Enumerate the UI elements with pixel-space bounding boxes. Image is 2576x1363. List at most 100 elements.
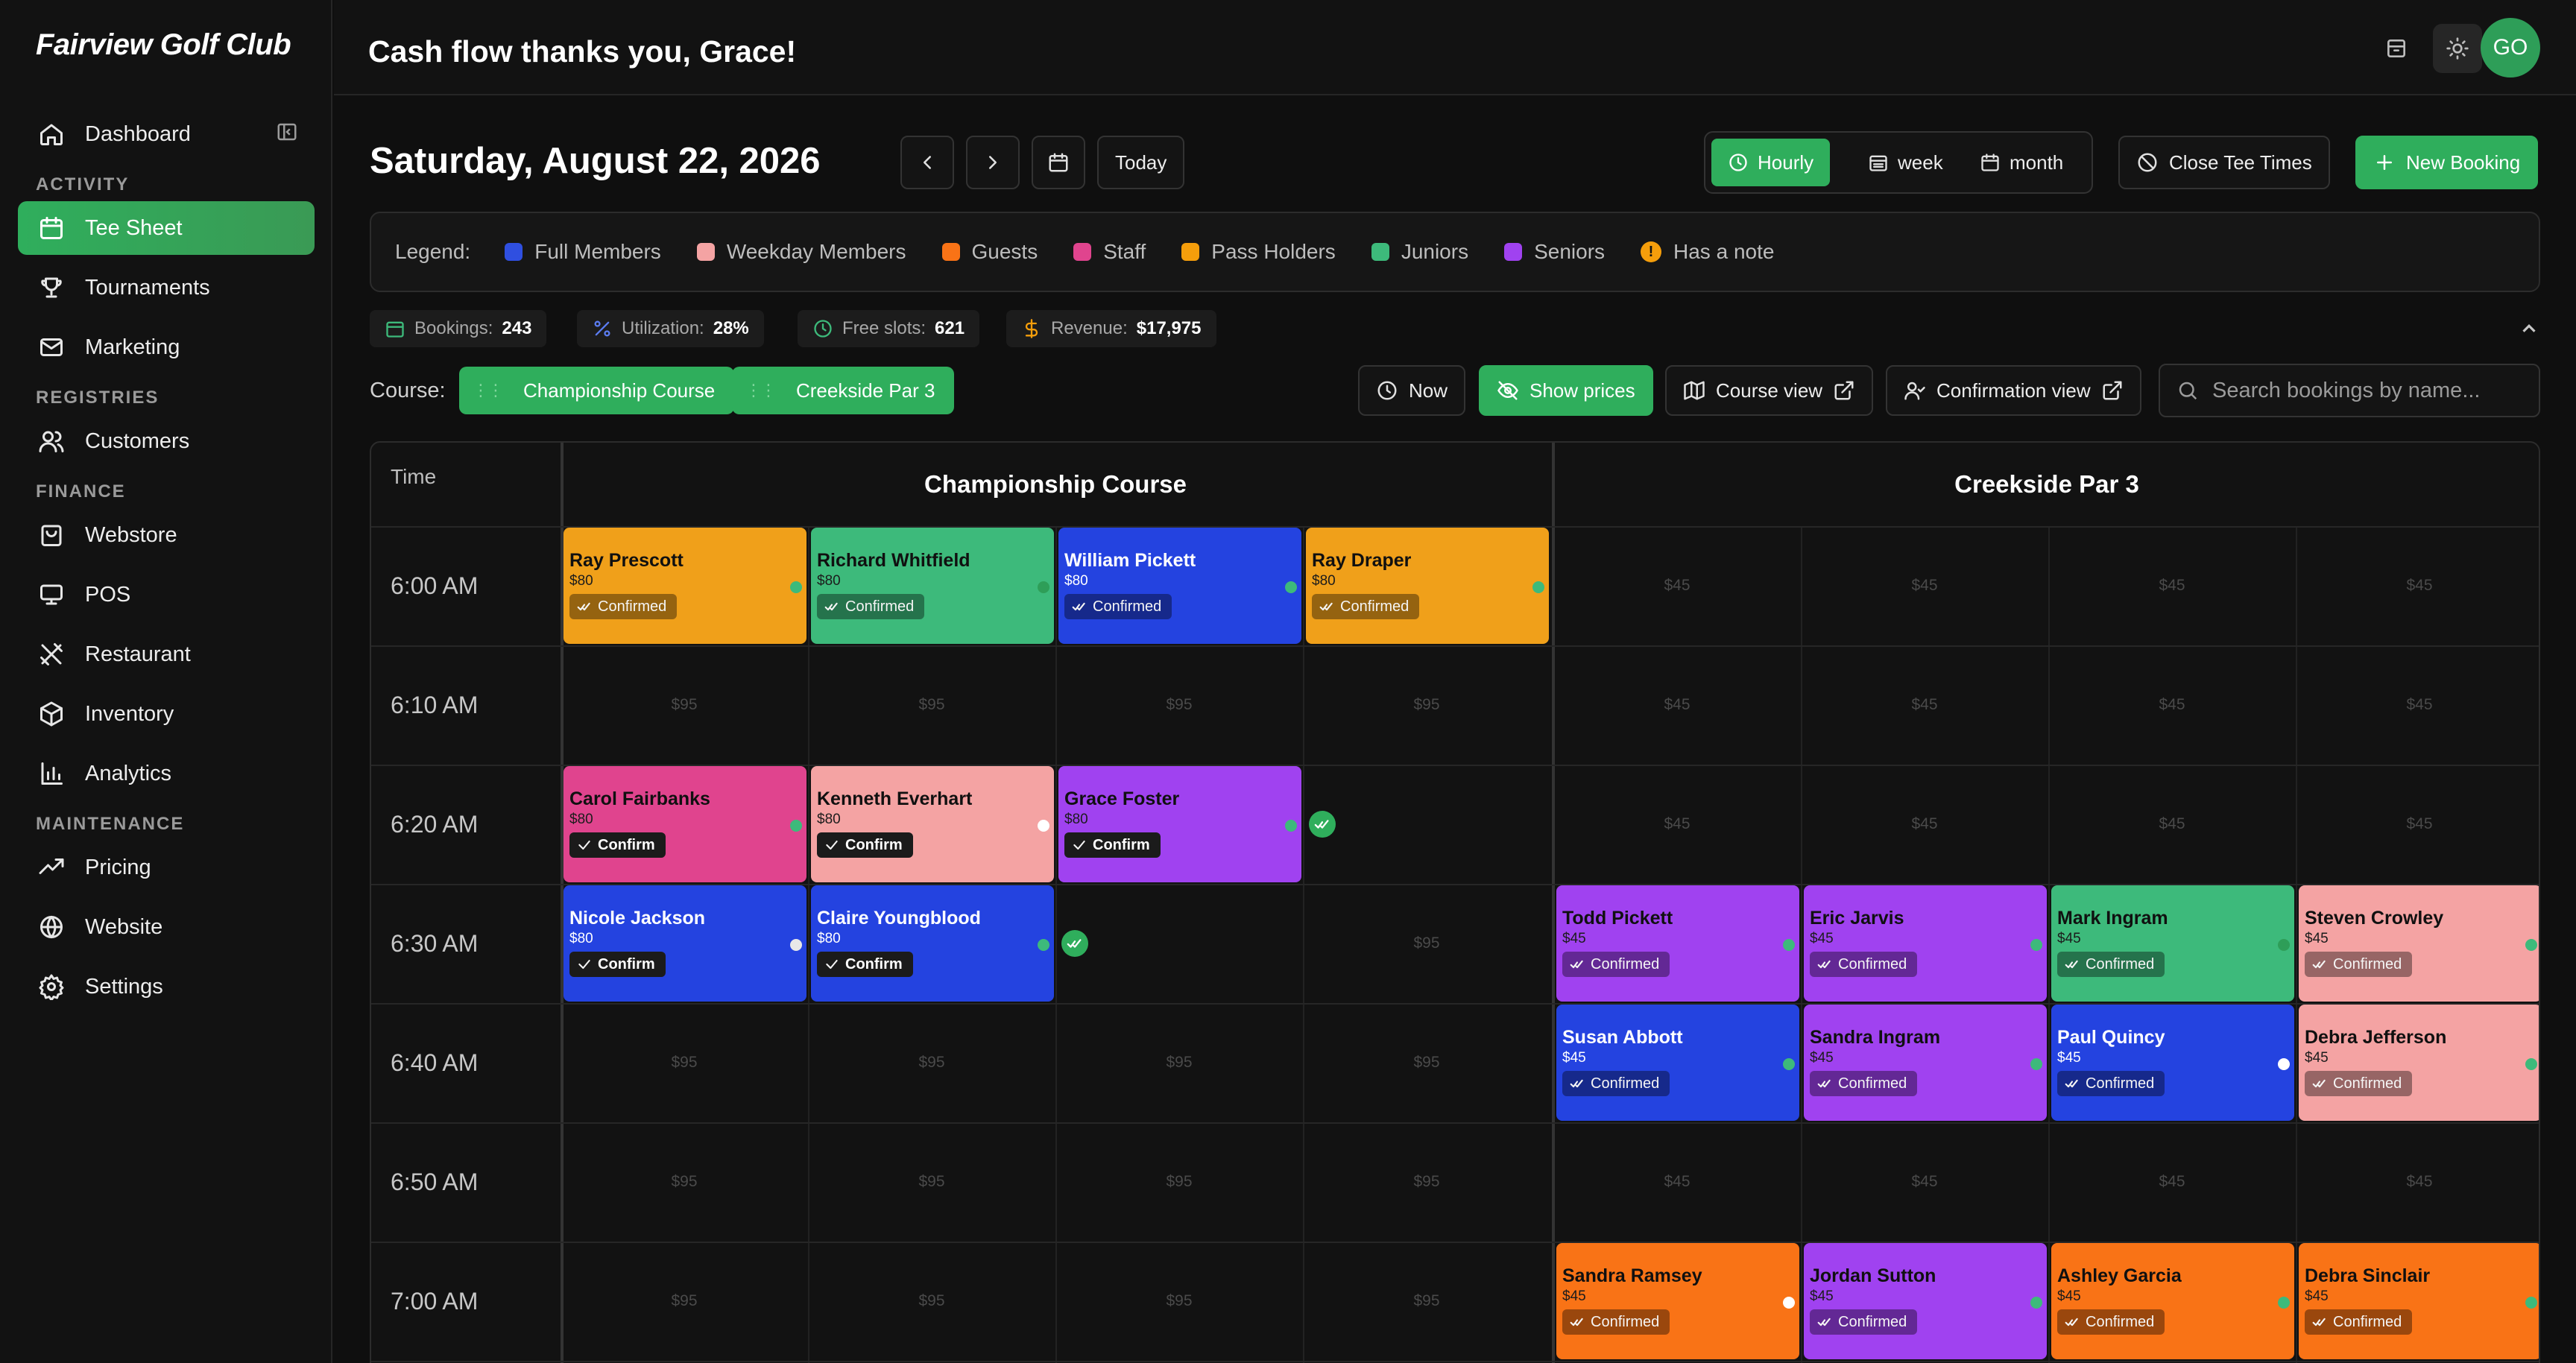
course-chip-championship[interactable]: ⋮⋮ Championship Course <box>459 367 735 414</box>
booking-card[interactable]: Sandra Ingram $45 Confirmed <box>1804 1005 2047 1121</box>
empty-slot-price[interactable]: $45 <box>1801 1173 2048 1191</box>
booking-card[interactable]: Kenneth Everhart $80 Confirm <box>811 766 1054 882</box>
app-logo[interactable]: Fairview Golf Club <box>36 28 291 62</box>
booking-card[interactable]: Mark Ingram $45 Confirmed <box>2051 885 2294 1002</box>
sidebar-item-tournaments[interactable]: Tournaments <box>18 261 315 314</box>
empty-slot-price[interactable]: $45 <box>1801 577 2048 595</box>
confirm-button[interactable]: Confirm <box>817 832 913 858</box>
empty-slot-price[interactable]: $95 <box>808 1292 1055 1310</box>
booking-card[interactable]: Jordan Sutton $45 Confirmed <box>1804 1243 2047 1359</box>
view-month-button[interactable]: month <box>1963 139 2080 186</box>
confirm-button[interactable]: Confirm <box>1064 832 1161 858</box>
avatar[interactable]: GO <box>2481 18 2540 78</box>
empty-slot-price[interactable]: $45 <box>2296 815 2539 833</box>
empty-slot-price[interactable]: $95 <box>808 696 1055 714</box>
theme-sun-icon[interactable] <box>2433 24 2482 73</box>
course-view-button[interactable]: Course view <box>1665 365 1874 416</box>
empty-slot-price[interactable]: $45 <box>2296 696 2539 714</box>
booking-card[interactable]: Eric Jarvis $45 Confirmed <box>1804 885 2047 1002</box>
show-prices-button[interactable]: Show prices <box>1479 365 1653 416</box>
booking-card[interactable]: Sandra Ramsey $45 Confirmed <box>1556 1243 1799 1359</box>
booking-card[interactable]: Debra Jefferson $45 Confirmed <box>2299 1005 2539 1121</box>
sidebar-item-pos[interactable]: POS <box>18 568 315 622</box>
empty-slot-price[interactable]: $45 <box>2048 696 2296 714</box>
view-week-button[interactable]: week <box>1852 139 1960 186</box>
now-button[interactable]: Now <box>1358 365 1466 416</box>
sidebar-item-pricing[interactable]: Pricing <box>18 841 315 894</box>
prev-day-button[interactable] <box>900 136 954 189</box>
empty-slot-price[interactable]: $45 <box>1801 815 2048 833</box>
course-chip-creekside[interactable]: ⋮⋮ Creekside Par 3 <box>732 367 955 414</box>
today-button[interactable]: Today <box>1097 136 1185 189</box>
drag-handle-icon[interactable]: ⋮⋮ <box>745 381 777 400</box>
empty-slot-price[interactable]: $45 <box>2296 1173 2539 1191</box>
empty-slot-price[interactable]: $95 <box>808 1054 1055 1072</box>
sidebar-item-marketing[interactable]: Marketing <box>18 320 315 374</box>
date-picker-button[interactable] <box>1032 136 1085 189</box>
group-confirmed-check-icon[interactable] <box>1061 930 1088 957</box>
booking-card[interactable]: Steven Crowley $45 Confirmed <box>2299 885 2539 1002</box>
collapse-stats-chevron-up-icon[interactable] <box>2518 317 2540 340</box>
archive-icon[interactable] <box>2372 24 2421 73</box>
empty-slot-price[interactable]: $95 <box>561 1173 808 1191</box>
booking-card[interactable]: Ashley Garcia $45 Confirmed <box>2051 1243 2294 1359</box>
empty-slot-price[interactable]: $95 <box>1055 1292 1303 1310</box>
booking-card[interactable]: Paul Quincy $45 Confirmed <box>2051 1005 2294 1121</box>
sidebar-item-settings[interactable]: Settings <box>18 960 315 1013</box>
empty-slot-price[interactable]: $45 <box>2048 1173 2296 1191</box>
empty-slot-price[interactable]: $95 <box>561 1292 808 1310</box>
view-hourly-button[interactable]: Hourly <box>1711 139 1831 186</box>
empty-slot-price[interactable]: $45 <box>1553 815 1801 833</box>
new-booking-button[interactable]: New Booking <box>2355 136 2539 189</box>
empty-slot-price[interactable]: $45 <box>2048 815 2296 833</box>
booking-card[interactable]: Richard Whitfield $80 Confirmed <box>811 528 1054 644</box>
booking-card[interactable]: Susan Abbott $45 Confirmed <box>1556 1005 1799 1121</box>
empty-slot-price[interactable]: $95 <box>1303 696 1550 714</box>
empty-slot-price[interactable]: $45 <box>1553 696 1801 714</box>
booking-card[interactable]: Grace Foster $80 Confirm <box>1058 766 1301 882</box>
search-input[interactable] <box>2212 378 2533 403</box>
empty-slot-price[interactable]: $95 <box>1055 1173 1303 1191</box>
booking-card[interactable]: Carol Fairbanks $80 Confirm <box>564 766 806 882</box>
empty-slot-price[interactable]: $95 <box>1055 696 1303 714</box>
eye-off-icon <box>1497 381 1518 400</box>
empty-slot-price[interactable]: $95 <box>1055 1054 1303 1072</box>
empty-slot-price[interactable]: $45 <box>1801 696 2048 714</box>
drag-handle-icon[interactable]: ⋮⋮ <box>473 381 504 400</box>
sidebar-item-restaurant[interactable]: Restaurant <box>18 627 315 681</box>
sidebar-item-customers[interactable]: Customers <box>18 414 315 468</box>
sidebar-item-analytics[interactable]: Analytics <box>18 747 315 800</box>
empty-slot-price[interactable]: $95 <box>1303 935 1550 952</box>
empty-slot-price[interactable]: $95 <box>1303 1173 1550 1191</box>
empty-slot-price[interactable]: $45 <box>2048 577 2296 595</box>
legend-swatch <box>1073 243 1092 261</box>
empty-slot-price[interactable]: $95 <box>561 1054 808 1072</box>
booking-card[interactable]: William Pickett $80 Confirmed <box>1058 528 1301 644</box>
confirm-button[interactable]: Confirm <box>569 952 666 977</box>
empty-slot-price[interactable]: $95 <box>808 1173 1055 1191</box>
sidebar-item-website[interactable]: Website <box>18 900 315 954</box>
empty-slot-price[interactable]: $95 <box>1303 1292 1550 1310</box>
group-confirmed-check-icon[interactable] <box>1309 811 1336 838</box>
empty-slot-price[interactable]: $45 <box>1553 1173 1801 1191</box>
sidebar-item-dashboard[interactable]: Dashboard <box>18 107 315 161</box>
sidebar-item-tee-sheet[interactable]: Tee Sheet <box>18 201 315 255</box>
sidebar-collapse-icon[interactable] <box>276 121 300 145</box>
confirm-button[interactable]: Confirm <box>817 952 913 977</box>
close-tee-times-button[interactable]: Close Tee Times <box>2118 136 2330 189</box>
booking-card[interactable]: Todd Pickett $45 Confirmed <box>1556 885 1799 1002</box>
empty-slot-price[interactable]: $45 <box>2296 577 2539 595</box>
sidebar-item-inventory[interactable]: Inventory <box>18 687 315 741</box>
confirm-button[interactable]: Confirm <box>569 832 666 858</box>
next-day-button[interactable] <box>966 136 1020 189</box>
booking-card[interactable]: Ray Draper $80 Confirmed <box>1306 528 1549 644</box>
sidebar-item-webstore[interactable]: Webstore <box>18 508 315 562</box>
empty-slot-price[interactable]: $95 <box>561 696 808 714</box>
booking-card[interactable]: Ray Prescott $80 Confirmed <box>564 528 806 644</box>
booking-card[interactable]: Nicole Jackson $80 Confirm <box>564 885 806 1002</box>
booking-card[interactable]: Debra Sinclair $45 Confirmed <box>2299 1243 2539 1359</box>
booking-card[interactable]: Claire Youngblood $80 Confirm <box>811 885 1054 1002</box>
empty-slot-price[interactable]: $45 <box>1553 577 1801 595</box>
confirmation-view-button[interactable]: Confirmation view <box>1886 365 2141 416</box>
empty-slot-price[interactable]: $95 <box>1303 1054 1550 1072</box>
